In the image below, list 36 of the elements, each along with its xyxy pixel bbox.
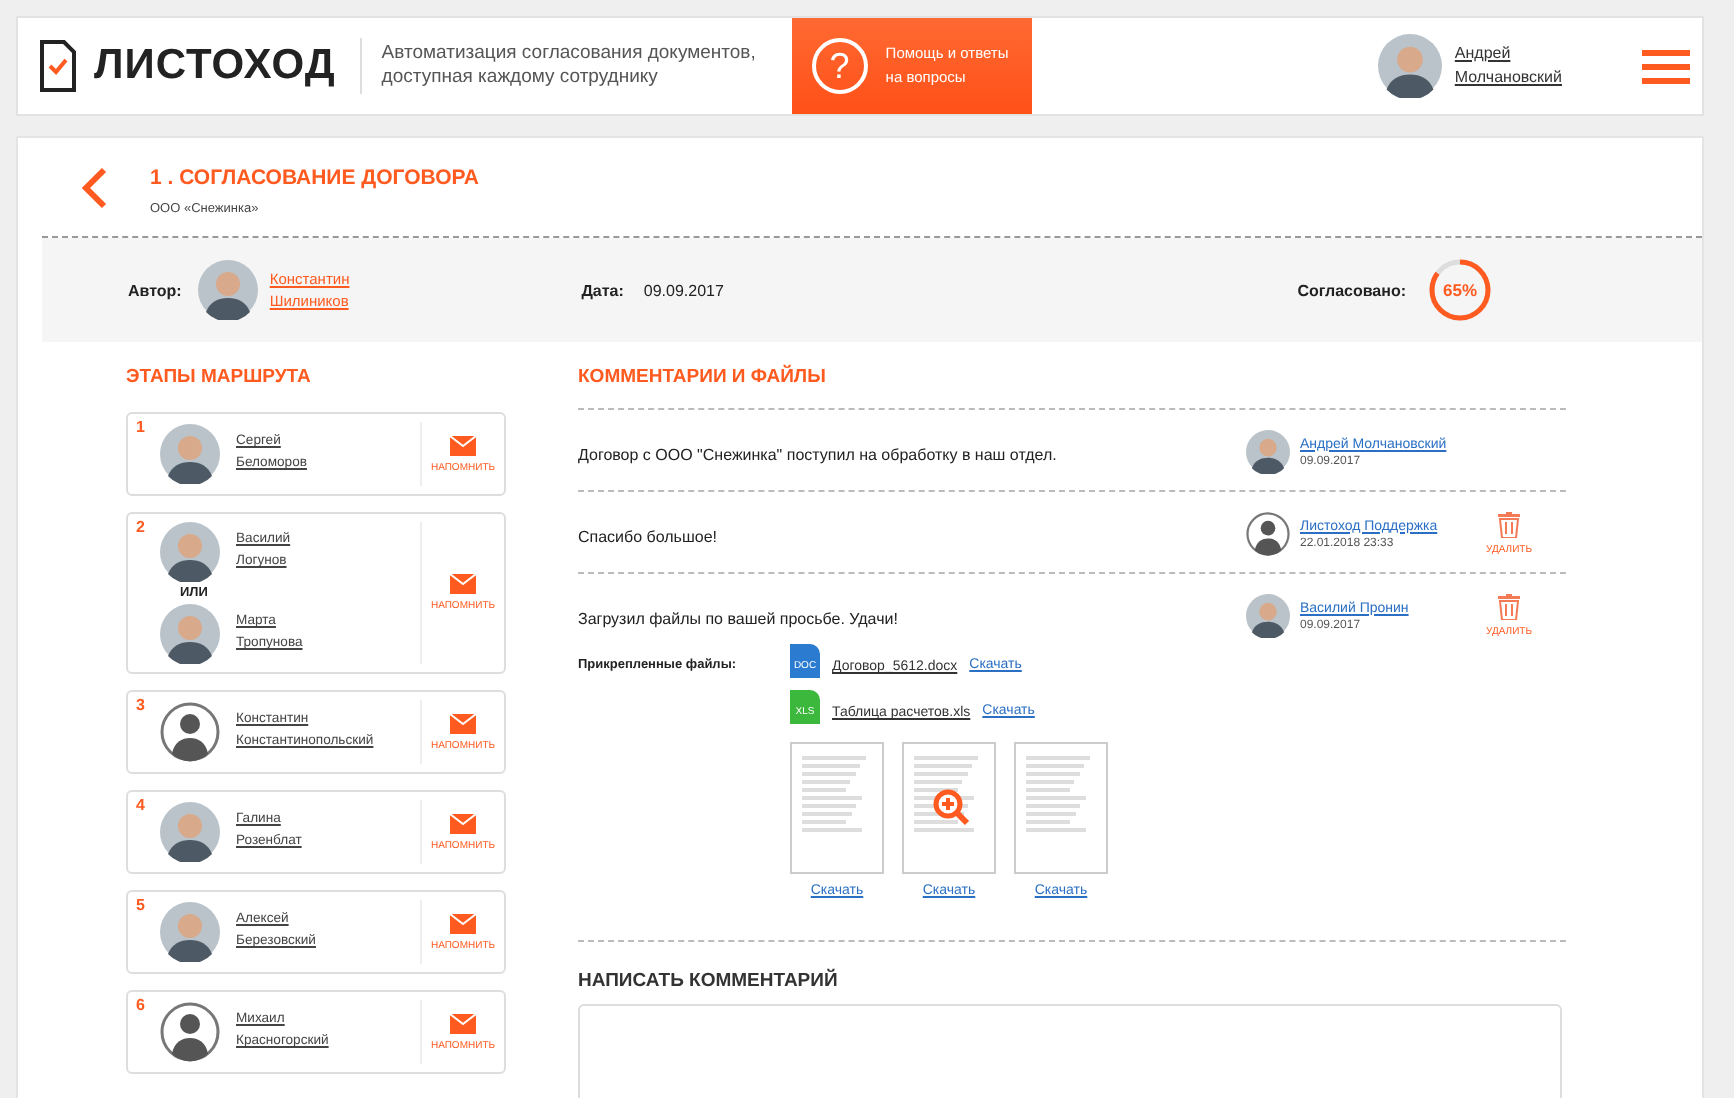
back-button[interactable]	[78, 166, 110, 214]
envelope-icon	[450, 713, 476, 733]
stage-number: 2	[136, 518, 145, 536]
stage-number: 5	[136, 896, 145, 914]
document-preview[interactable]	[902, 742, 996, 874]
logo-icon	[38, 38, 78, 94]
comment-text: Спасибо большое!	[578, 528, 720, 546]
envelope-icon	[450, 574, 476, 594]
date-label: Дата:	[581, 281, 624, 299]
comment-text: Загрузил файлы по вашей просьбе. Удачи!	[578, 610, 900, 628]
tagline: Автоматизация согласования документов, доступная каждому сотруднику	[379, 41, 758, 91]
stage-number: 1	[136, 418, 145, 436]
section-title: ЭТАПЫ МАРШРУТА	[126, 366, 313, 388]
trash-icon	[1498, 512, 1520, 538]
zoom-in-icon	[932, 788, 972, 828]
section-title: КОММЕНТАРИИ И ФАЙЛЫ	[578, 366, 828, 388]
document-title: 1 . СОГЛАСОВАНИЕ ДОГОВОРА	[150, 166, 479, 190]
author-label: Автор:	[128, 281, 182, 299]
stage-number: 4	[136, 796, 145, 814]
comment-input[interactable]	[578, 1003, 1562, 1098]
document-preview[interactable]	[790, 742, 884, 874]
envelope-icon	[450, 435, 476, 455]
logo-text: ЛИСТОХОД	[94, 42, 336, 90]
stage-number: 3	[136, 696, 145, 714]
document-preview[interactable]	[1014, 742, 1108, 874]
date-value: 09.09.2017	[643, 281, 724, 299]
stage-number: 6	[136, 996, 145, 1014]
progress-value: 65%	[1440, 278, 1479, 304]
user-name-link[interactable]: Андрей Молчановский	[1454, 42, 1562, 90]
envelope-icon	[450, 813, 476, 833]
envelope-icon	[450, 1013, 476, 1033]
approved-label: Согласовано:	[1297, 281, 1406, 299]
envelope-icon	[450, 913, 476, 933]
trash-icon	[1498, 594, 1520, 620]
comment-text: Договор с ООО "Снежинка" поступил на обработку в наш отдел.	[578, 446, 1059, 464]
section-title: НАПИСАТЬ КОММЕНТАРИЙ	[578, 969, 840, 991]
